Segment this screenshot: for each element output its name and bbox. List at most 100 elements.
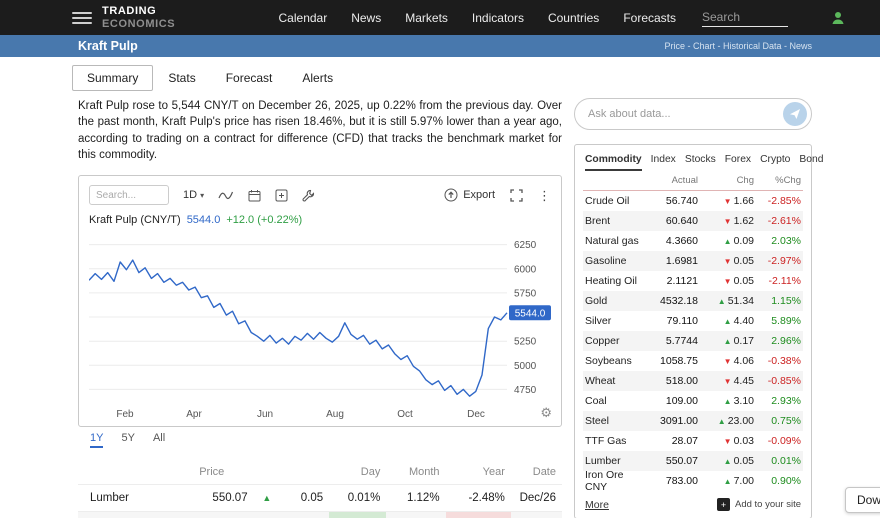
year-cell: -2.48% bbox=[446, 485, 511, 512]
tab-summary[interactable]: Summary bbox=[72, 65, 153, 91]
markets-rows: Crude Oil56.740▼1.66-2.85%Brent60.640▼1.… bbox=[583, 191, 803, 491]
change-number: 51.34 bbox=[728, 295, 754, 307]
chart-search-input[interactable] bbox=[89, 185, 169, 205]
percent-change: 2.96% bbox=[754, 335, 801, 347]
chart-current-value: 5544.0 bbox=[187, 214, 221, 226]
market-name-link[interactable]: Gasoline bbox=[585, 255, 648, 267]
chart-legend: Kraft Pulp (CNY/T) 5544.0 +12.0 (+0.22%) bbox=[89, 214, 551, 226]
add-indicator-icon[interactable] bbox=[275, 189, 288, 202]
tools-icon[interactable] bbox=[302, 189, 315, 202]
commodity-link[interactable]: Lumber bbox=[78, 485, 170, 512]
left-column: Kraft Pulp rose to 5,544 CNY/T on Decemb… bbox=[78, 96, 562, 518]
related-row-lumber: Lumber550.07▲0.050.01%1.12%-2.48%Dec/26 bbox=[78, 485, 562, 512]
x-axis-labels: FebAprJunAugOctDec bbox=[89, 408, 551, 422]
chart-type-icon[interactable] bbox=[218, 189, 234, 201]
market-tab-forex[interactable]: Forex bbox=[725, 154, 751, 171]
market-name-link[interactable]: Heating Oil bbox=[585, 275, 648, 287]
change-number: 4.06 bbox=[734, 355, 754, 367]
percent-change: -2.61% bbox=[754, 215, 801, 227]
market-name-link[interactable]: Silver bbox=[585, 315, 648, 327]
col-header-year: Year bbox=[446, 460, 511, 485]
market-name-link[interactable]: Brent bbox=[585, 215, 648, 227]
market-tab-bond[interactable]: Bond bbox=[799, 154, 823, 171]
col-header-day: Day bbox=[329, 460, 386, 485]
market-name-link[interactable]: Crude Oil bbox=[585, 195, 648, 207]
nav-link-calendar[interactable]: Calendar bbox=[279, 11, 328, 25]
nav-link-markets[interactable]: Markets bbox=[405, 11, 448, 25]
triangle-up-icon: ▲ bbox=[724, 237, 732, 246]
summary-text: Kraft Pulp rose to 5,544 CNY/T on Decemb… bbox=[78, 98, 562, 163]
market-tab-commodity[interactable]: Commodity bbox=[585, 154, 642, 171]
percent-change: -2.85% bbox=[754, 195, 801, 207]
market-name-link[interactable]: Iron Ore CNY bbox=[585, 469, 648, 493]
day-cell: 1.29% bbox=[329, 512, 386, 518]
price-cell: 550.07 bbox=[170, 485, 254, 512]
range-tab-1y[interactable]: 1Y bbox=[90, 432, 103, 448]
send-button[interactable] bbox=[783, 102, 807, 126]
range-tab-5y[interactable]: 5Y bbox=[121, 432, 134, 448]
range-selector: 1Y 5Y All bbox=[90, 432, 562, 448]
change-value: ▼4.45 bbox=[698, 375, 754, 387]
add-to-site-button[interactable]: + Add to your site bbox=[717, 498, 801, 511]
tab-stats[interactable]: Stats bbox=[153, 65, 210, 91]
market-row-copper: Copper5.7744▲0.172.96% bbox=[583, 331, 803, 351]
market-name-link[interactable]: Natural gas bbox=[585, 235, 648, 247]
logo[interactable]: TRADING ECONOMICS bbox=[102, 5, 175, 30]
actual-value: 109.00 bbox=[648, 395, 698, 407]
ask-data-input[interactable] bbox=[588, 108, 783, 120]
change-value: ▲0.05 bbox=[698, 455, 754, 467]
market-name-link[interactable]: TTF Gas bbox=[585, 435, 648, 447]
market-name-link[interactable]: Coal bbox=[585, 395, 648, 407]
user-icon[interactable] bbox=[830, 10, 846, 26]
related-table-header: Price Day Month Year Date bbox=[78, 460, 562, 485]
market-name-link[interactable]: Steel bbox=[585, 415, 648, 427]
year-cell: -11.63% bbox=[446, 512, 511, 518]
actual-value: 783.00 bbox=[648, 475, 698, 487]
price-chart[interactable]: 6250600057505250500047505544.0 bbox=[89, 228, 551, 408]
chart-panel: 1D ▾ Export bbox=[78, 175, 562, 427]
export-button[interactable]: Export bbox=[444, 188, 495, 202]
markets-footer: More + Add to your site bbox=[583, 491, 803, 514]
interval-selector[interactable]: 1D ▾ bbox=[183, 189, 204, 201]
change-number: 0.05 bbox=[734, 455, 754, 467]
actual-value: 518.00 bbox=[648, 375, 698, 387]
market-row-coal: Coal109.00▲3.102.93% bbox=[583, 391, 803, 411]
market-name-link[interactable]: Copper bbox=[585, 335, 648, 347]
calendar-icon[interactable] bbox=[248, 189, 261, 202]
ask-about-data-widget bbox=[574, 98, 812, 130]
market-row-gasoline: Gasoline1.6981▼0.05-2.97% bbox=[583, 251, 803, 271]
commodity-link[interactable]: Palm Oil bbox=[78, 512, 170, 518]
download-button[interactable]: Down bbox=[845, 487, 880, 513]
nav-link-forecasts[interactable]: Forecasts bbox=[623, 11, 676, 25]
range-tab-all[interactable]: All bbox=[153, 432, 165, 448]
more-link[interactable]: More bbox=[585, 499, 609, 511]
nav-link-countries[interactable]: Countries bbox=[548, 11, 599, 25]
market-name-link[interactable]: Soybeans bbox=[585, 355, 648, 367]
hamburger-menu-icon[interactable] bbox=[72, 12, 92, 24]
nav-link-news[interactable]: News bbox=[351, 11, 381, 25]
top-navigation: TRADING ECONOMICS Calendar News Markets Ind… bbox=[0, 0, 880, 35]
related-row-palm-oil: Palm Oil4,087.00▲52.001.29%-0.05%-11.63%… bbox=[78, 512, 562, 518]
fullscreen-icon[interactable] bbox=[510, 189, 523, 202]
percent-change: -2.11% bbox=[754, 275, 801, 287]
nav-search-input[interactable] bbox=[702, 8, 788, 27]
market-tab-stocks[interactable]: Stocks bbox=[685, 154, 716, 171]
tab-alerts[interactable]: Alerts bbox=[287, 65, 348, 91]
breadcrumb[interactable]: Price - Chart - Historical Data - News bbox=[664, 41, 812, 51]
change-number: 0.05 bbox=[734, 275, 754, 287]
chart-settings-gear-icon[interactable]: ⚙ bbox=[540, 405, 552, 421]
market-name-link[interactable]: Gold bbox=[585, 295, 648, 307]
actual-value: 1.6981 bbox=[648, 255, 698, 267]
nav-link-indicators[interactable]: Indicators bbox=[472, 11, 524, 25]
more-options-icon[interactable]: ⋮ bbox=[538, 189, 551, 202]
market-name-link[interactable]: Wheat bbox=[585, 375, 648, 387]
change-number: 3.10 bbox=[734, 395, 754, 407]
market-row-ttf-gas: TTF Gas28.07▼0.03-0.09% bbox=[583, 431, 803, 451]
market-tab-crypto[interactable]: Crypto bbox=[760, 154, 790, 171]
tab-forecast[interactable]: Forecast bbox=[211, 65, 288, 91]
triangle-up-icon: ▲ bbox=[724, 317, 732, 326]
markets-column-headers: ActualChg%Chg bbox=[583, 171, 803, 191]
market-name-link[interactable]: Lumber bbox=[585, 455, 648, 467]
col-header-name bbox=[78, 460, 170, 485]
market-tab-index[interactable]: Index bbox=[651, 154, 676, 171]
